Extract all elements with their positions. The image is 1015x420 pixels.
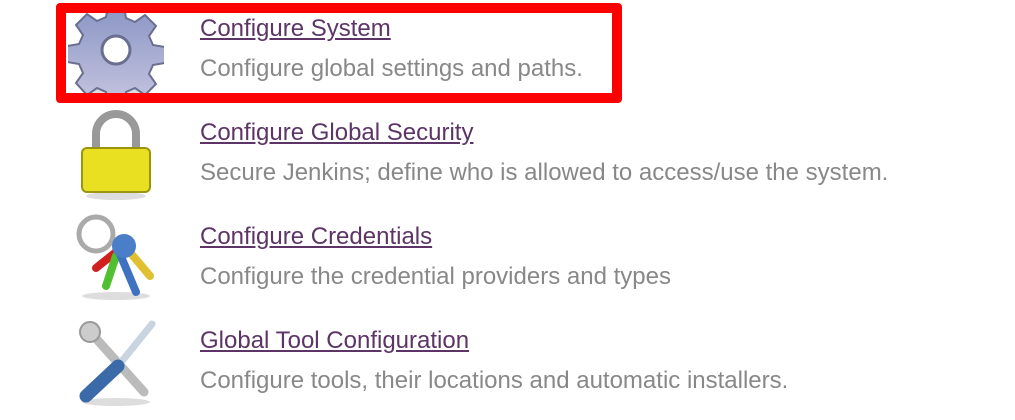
configure-global-security-link[interactable]: Configure Global Security — [200, 119, 473, 147]
configure-global-security-description: Secure Jenkins; define who is allowed to… — [200, 159, 889, 186]
configure-credentials-link[interactable]: Configure Credentials — [200, 223, 432, 251]
keys-icon — [76, 214, 154, 300]
manage-item-global-security[interactable]: Configure Global Security Secure Jenkins… — [0, 104, 1015, 208]
configure-credentials-description: Configure the credential providers and t… — [200, 263, 671, 290]
manage-item-configure-system[interactable]: Configure System Configure global settin… — [0, 0, 1015, 104]
manage-item-credentials[interactable]: Configure Credentials Configure the cred… — [0, 208, 1015, 312]
tools-icon — [79, 320, 156, 406]
global-tool-configuration-link[interactable]: Global Tool Configuration — [200, 327, 469, 355]
manage-item-global-tool-configuration[interactable]: Global Tool Configuration Configure tool… — [0, 312, 1015, 416]
gear-icon — [68, 5, 164, 98]
configure-system-description: Configure global settings and paths. — [200, 55, 583, 82]
lock-icon — [81, 110, 151, 200]
global-tool-configuration-description: Configure tools, their locations and aut… — [200, 367, 789, 394]
configure-system-link[interactable]: Configure System — [200, 15, 391, 43]
